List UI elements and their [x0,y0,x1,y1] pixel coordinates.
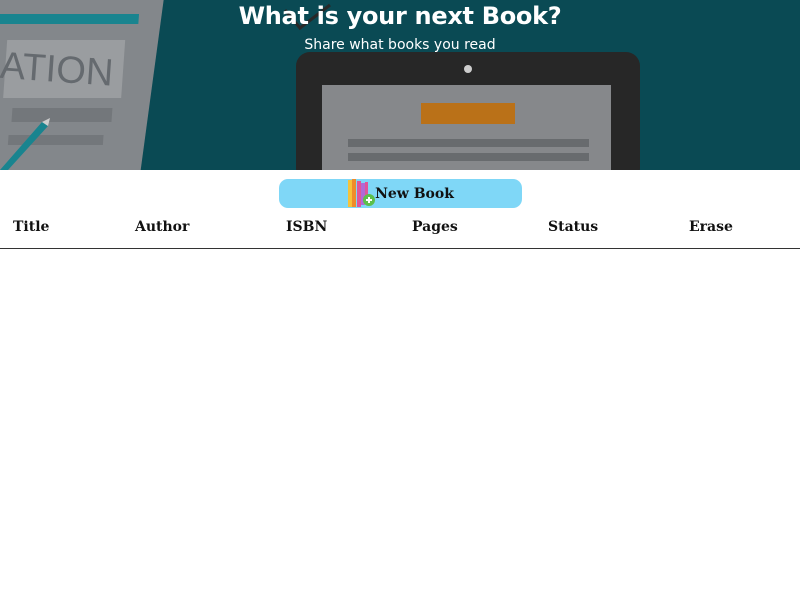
hero-banner: ATION What is your next Book? Share what… [0,0,800,170]
column-header-status: Status [535,210,676,249]
column-header-isbn: ISBN [273,210,399,249]
column-header-pages: Pages [399,210,535,249]
column-header-title: Title [0,210,122,249]
new-book-button[interactable]: New Book [279,179,522,208]
books-table: Title Author ISBN Pages Status Erase [0,210,800,249]
column-header-erase: Erase [676,210,800,249]
table-header: Title Author ISBN Pages Status Erase [0,210,800,249]
page-title: What is your next Book? [238,2,562,30]
books-add-icon [348,179,376,207]
table-header-row: Title Author ISBN Pages Status Erase [0,210,800,249]
page-subtitle: Share what books you read [304,37,496,53]
toolbar: New Book [0,170,800,210]
column-header-author: Author [122,210,273,249]
new-book-label: New Book [375,185,454,202]
